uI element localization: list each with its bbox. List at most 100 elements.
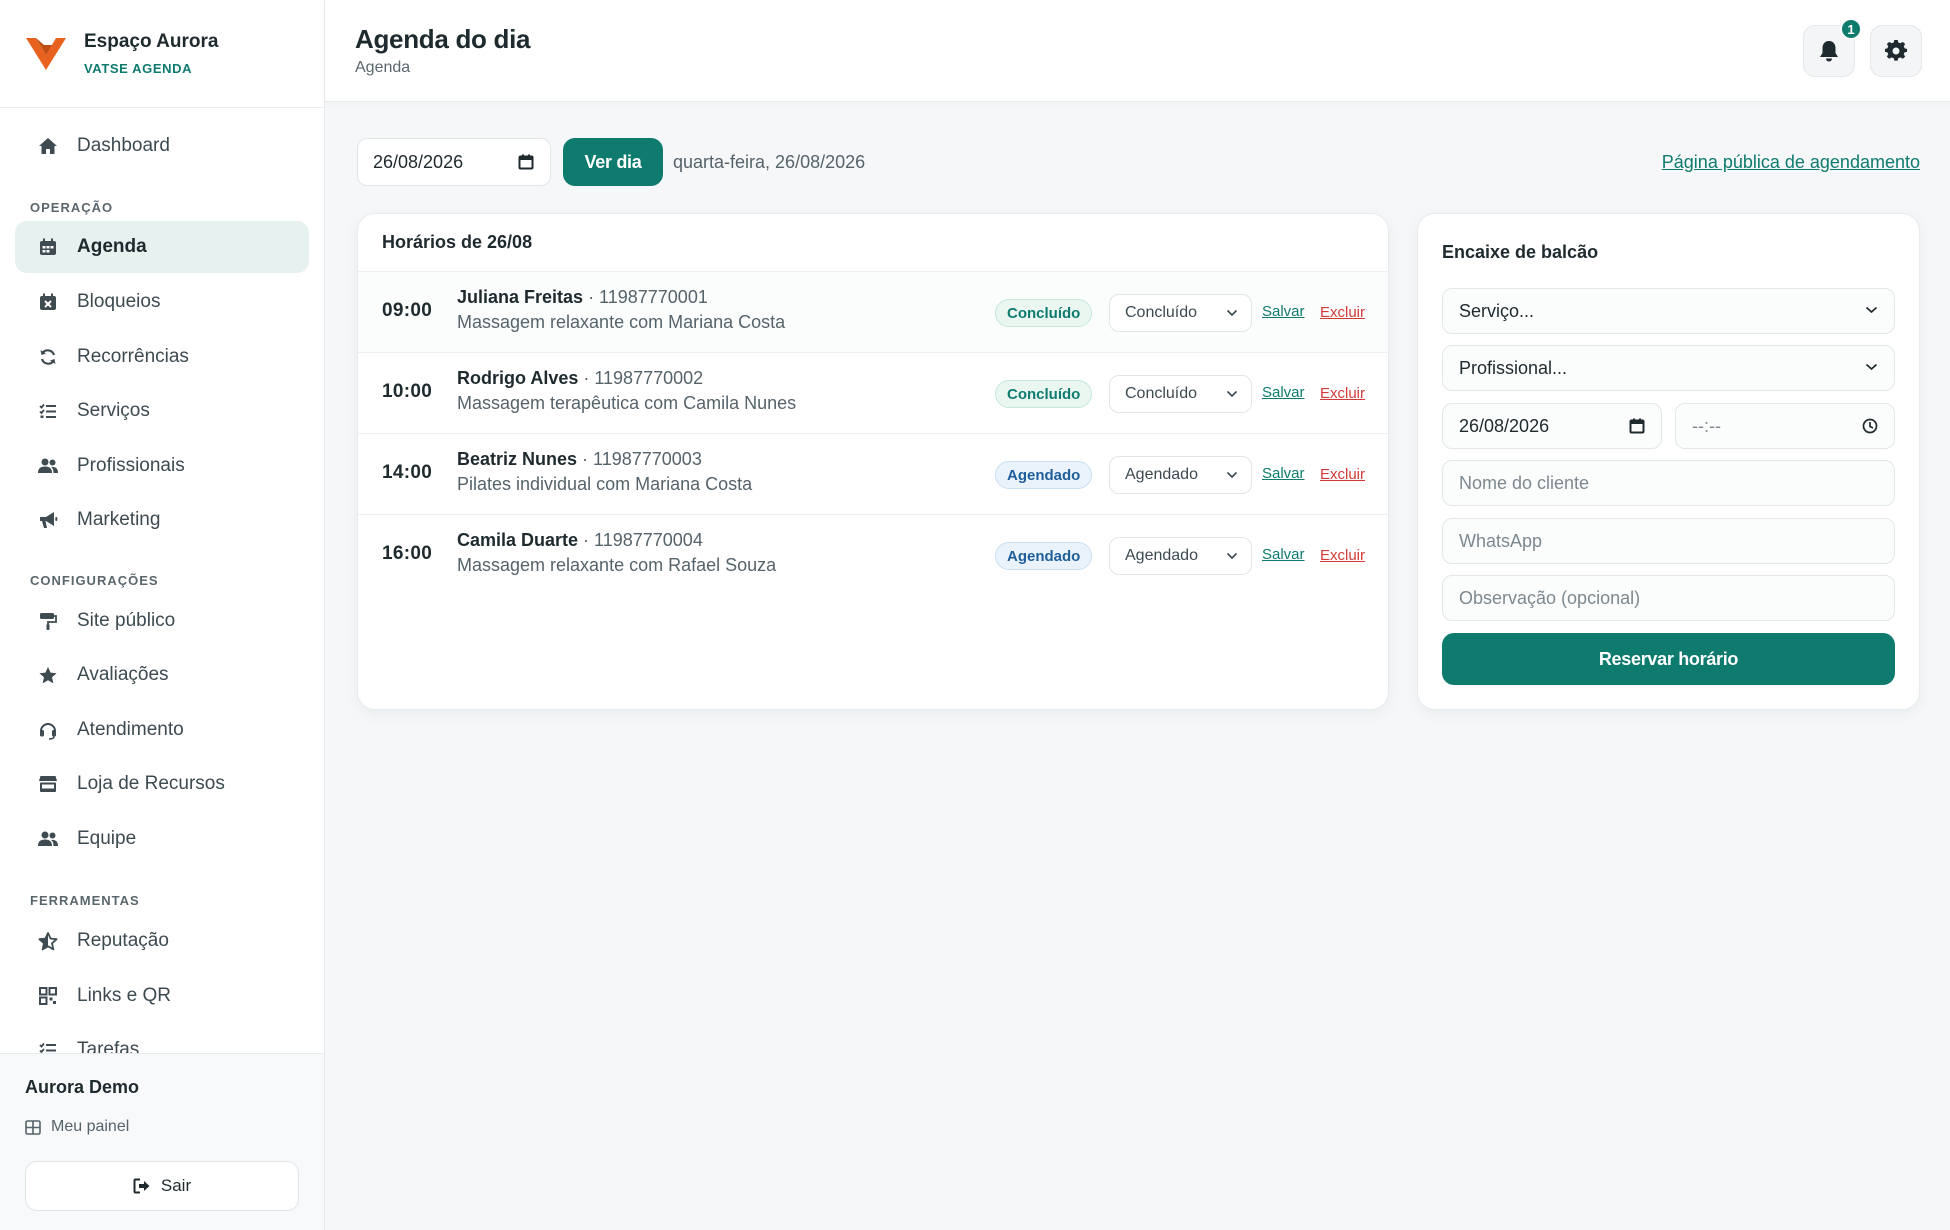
breadcrumb: Agenda bbox=[355, 59, 411, 76]
public-booking-link[interactable]: Página pública de agendamento bbox=[1662, 152, 1920, 173]
appointment-service: Massagem relaxante com Mariana Costa bbox=[457, 312, 786, 332]
user-box: Aurora Demo Meu painel Sair bbox=[0, 1053, 324, 1230]
user-name: Aurora Demo bbox=[25, 1077, 140, 1097]
status-badge: Concluído bbox=[995, 380, 1093, 408]
status-select-value: Concluído bbox=[1125, 304, 1198, 321]
sidebar-item-equipe[interactable]: Equipe bbox=[15, 813, 309, 865]
status-select[interactable]: Agendado bbox=[1109, 456, 1252, 494]
appointment-client: Beatriz Nunes · 11987770003 bbox=[457, 449, 702, 470]
status-badge: Agendado bbox=[995, 542, 1093, 570]
professional-select[interactable]: Profissional... bbox=[1442, 345, 1895, 391]
sidebar-item-label: Profissionais bbox=[77, 455, 185, 476]
sidebar-item-avaliacoes[interactable]: Avaliações bbox=[15, 649, 309, 701]
section-label-operacao: OPERAÇÃO bbox=[30, 200, 114, 215]
my-panel-link[interactable]: Meu painel bbox=[25, 1118, 129, 1136]
sidebar-item-bloqueios[interactable]: Bloqueios bbox=[15, 276, 309, 328]
appointment-time: 14:00 bbox=[382, 462, 433, 483]
calendar-icon[interactable] bbox=[1629, 418, 1645, 434]
status-select[interactable]: Concluído bbox=[1109, 294, 1252, 332]
appointment-service: Massagem relaxante com Rafael Souza bbox=[457, 555, 777, 575]
logout-button[interactable]: Sair bbox=[25, 1161, 299, 1211]
top-header: Agenda do dia Agenda 1 bbox=[325, 0, 1950, 102]
client-name-input[interactable]: Nome do cliente bbox=[1442, 460, 1895, 506]
sidebar-item-reputacao[interactable]: Reputação bbox=[15, 915, 309, 967]
appointment-time: 09:00 bbox=[382, 300, 433, 321]
brand-subtitle: VATSE AGENDA bbox=[84, 61, 193, 76]
client-name: Juliana Freitas bbox=[457, 287, 584, 307]
settings-button[interactable] bbox=[1870, 25, 1922, 77]
sidebar-item-servicos[interactable]: Serviços bbox=[15, 385, 309, 437]
appointment-row: 09:00 Juliana Freitas · 11987770001 Mass… bbox=[358, 271, 1388, 352]
sidebar-item-links-e-qr[interactable]: Links e QR bbox=[15, 970, 309, 1022]
professional-select-value: Profissional... bbox=[1459, 357, 1568, 378]
service-select[interactable]: Serviço... bbox=[1442, 288, 1895, 334]
page-title: Agenda do dia bbox=[355, 24, 531, 54]
clock-icon[interactable] bbox=[1862, 418, 1878, 434]
status-select-value: Concluído bbox=[1125, 385, 1198, 402]
client-phone: · 11987770003 bbox=[577, 449, 702, 469]
delete-link[interactable]: Excluir bbox=[1320, 304, 1365, 321]
save-link[interactable]: Salvar bbox=[1262, 384, 1305, 401]
logout-label: Sair bbox=[160, 1176, 192, 1195]
chevron-down-icon bbox=[1865, 306, 1878, 314]
sidebar-item-profissionais[interactable]: Profissionais bbox=[15, 440, 309, 492]
sidebar-item-label: Serviços bbox=[77, 400, 150, 421]
status-select[interactable]: Agendado bbox=[1109, 537, 1252, 575]
client-name: Rodrigo Alves bbox=[457, 368, 579, 388]
reserve-button[interactable]: Reservar horário bbox=[1442, 633, 1895, 685]
sidebar-item-label: Links e QR bbox=[77, 985, 171, 1006]
delete-link[interactable]: Excluir bbox=[1320, 385, 1365, 402]
sidebar-item-marketing[interactable]: Marketing bbox=[15, 494, 309, 546]
selected-day-label: quarta-feira, 26/08/2026 bbox=[673, 152, 866, 172]
date-picker-input[interactable]: 26/08/2026 bbox=[357, 138, 551, 186]
gear-icon bbox=[1885, 40, 1907, 62]
delete-link[interactable]: Excluir bbox=[1320, 547, 1365, 564]
status-select[interactable]: Concluído bbox=[1109, 375, 1252, 413]
tasks-icon bbox=[37, 1039, 59, 1053]
walkin-time-input[interactable]: --:-- bbox=[1675, 403, 1895, 449]
sidebar-item-label: Agenda bbox=[77, 236, 147, 257]
my-panel-label: Meu painel bbox=[51, 1118, 130, 1135]
note-input[interactable]: Observação (opcional) bbox=[1442, 575, 1895, 621]
appointment-time: 16:00 bbox=[382, 543, 433, 564]
sidebar-item-recorrencias[interactable]: Recorrências bbox=[15, 331, 309, 383]
schedule-card: Horários de 26/08 09:00 Juliana Freitas … bbox=[357, 213, 1389, 710]
sidebar-item-site-publico[interactable]: Site público bbox=[15, 595, 309, 647]
grid-icon bbox=[25, 1119, 41, 1135]
notification-count-badge: 1 bbox=[1840, 18, 1862, 40]
star-half-icon bbox=[37, 930, 59, 952]
save-link[interactable]: Salvar bbox=[1262, 546, 1305, 563]
delete-link[interactable]: Excluir bbox=[1320, 466, 1365, 483]
star-icon bbox=[37, 664, 59, 686]
client-phone: · 11987770002 bbox=[578, 368, 704, 388]
sidebar-item-agenda[interactable]: Agenda bbox=[15, 221, 309, 273]
appointment-client: Rodrigo Alves · 11987770002 bbox=[457, 368, 703, 389]
sidebar-item-label: Dashboard bbox=[77, 135, 170, 156]
save-link[interactable]: Salvar bbox=[1262, 303, 1305, 320]
notifications-button[interactable]: 1 bbox=[1803, 18, 1862, 77]
sidebar-item-atendimento[interactable]: Atendimento bbox=[15, 704, 309, 756]
brand[interactable]: Espaço Aurora VATSE AGENDA bbox=[0, 0, 324, 108]
date-value: 26/08/2026 bbox=[373, 151, 464, 172]
sidebar-item-loja-de-recursos[interactable]: Loja de Recursos bbox=[15, 758, 309, 810]
view-day-button[interactable]: Ver dia bbox=[563, 138, 663, 186]
brand-logo-icon bbox=[26, 37, 66, 70]
walkin-form-title: Encaixe de balcão bbox=[1442, 242, 1599, 262]
appointment-row: 14:00 Beatriz Nunes · 11987770003 Pilate… bbox=[358, 433, 1388, 514]
chevron-down-icon bbox=[1226, 471, 1238, 479]
calendar-icon[interactable] bbox=[518, 154, 534, 170]
whatsapp-input[interactable]: WhatsApp bbox=[1442, 518, 1895, 564]
sidebar-item-dashboard[interactable]: Dashboard bbox=[15, 120, 309, 172]
walkin-time-value: --:-- bbox=[1692, 415, 1721, 436]
walkin-date-input[interactable]: 26/08/2026 bbox=[1442, 403, 1662, 449]
status-badge: Agendado bbox=[995, 461, 1093, 489]
sidebar-item-tarefas[interactable]: Tarefas bbox=[15, 1024, 309, 1053]
walkin-form-card: Encaixe de balcão Serviço... Profissiona… bbox=[1417, 213, 1920, 710]
save-link[interactable]: Salvar bbox=[1262, 465, 1305, 482]
team-icon bbox=[37, 828, 59, 850]
client-phone: · 11987770004 bbox=[578, 530, 703, 550]
sidebar-item-label: Avaliações bbox=[77, 664, 169, 685]
bell-icon bbox=[1818, 39, 1840, 63]
refresh-icon bbox=[37, 346, 59, 368]
client-phone: · 11987770001 bbox=[583, 287, 708, 307]
